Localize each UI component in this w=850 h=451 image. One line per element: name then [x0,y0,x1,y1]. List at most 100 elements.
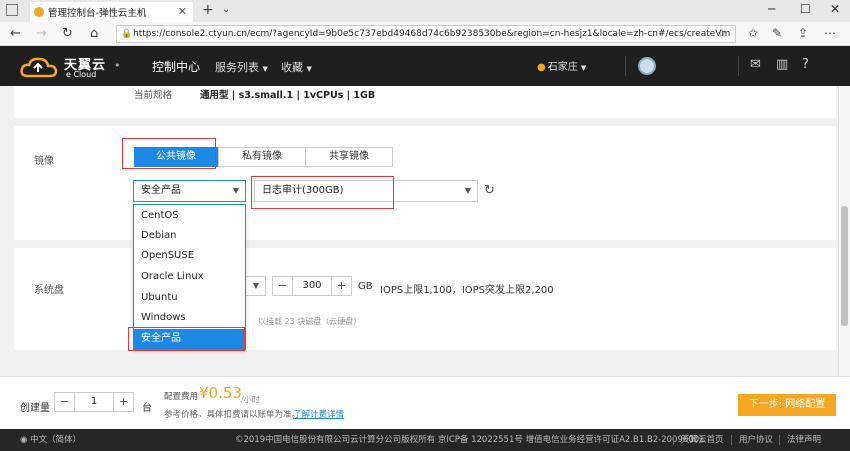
share-icon[interactable]: ⇪ [798,26,808,40]
price-unit: /小时 [241,395,260,404]
language-label: 中文（简体） [30,435,82,445]
mail-icon[interactable]: ✉ [750,57,761,72]
price-value: ¥0.53 [199,384,242,402]
footer-link-legal[interactable]: 法律声明 [787,429,821,451]
favorites-icon[interactable]: ✩ [748,26,758,40]
pricing-details-link[interactable]: 了解计费详情 [293,408,344,420]
plus-icon[interactable]: + [113,393,133,411]
caret-down-icon: ▼ [580,64,587,72]
cloud-logo-icon [20,57,58,78]
disk-unit: GB [358,281,373,292]
highlight-box [122,138,216,169]
quantity-label: 创建量 [20,403,50,414]
image-label: 镜像 [34,156,54,167]
region-selector[interactable]: ● 石家庄 ▼ [537,58,586,73]
list-item-os[interactable]: Debian [134,226,245,246]
disk-size-stepper[interactable]: − 300 + [272,276,352,296]
tab-shared-image[interactable]: 共享镜像 [305,147,393,167]
price-note: 参考价格，具体扣费请以账单为准。 [164,410,301,420]
tab-private-image[interactable]: 私有镜像 [218,147,306,167]
browser-tab[interactable]: 管理控制台-弹性云主机 ✕ [30,2,193,22]
close-icon[interactable]: ✕ [178,5,187,18]
scrollbar[interactable] [838,86,850,376]
refresh-icon[interactable]: ↻ [484,183,495,198]
maximize-icon[interactable]: ☐ [800,2,811,16]
close-window-icon[interactable]: ✕ [830,2,840,16]
tab-actions-icon[interactable] [6,4,18,16]
nav-services-label: 服务列表 [215,61,259,74]
app-header: 天翼云 e Cloud • 控制中心 服务列表 ▼ 收藏 ▼ ● 石家庄 ▼ ✉ … [0,46,850,86]
os-select[interactable]: 安全产品 ▼ [133,180,246,202]
os-select-value: 安全产品 [141,185,181,196]
footer-divider [673,435,674,445]
list-item-os[interactable]: OpenSUSE [134,246,245,266]
favicon-icon [34,7,44,17]
dot-icon: • [114,59,121,72]
new-tab-icon[interactable]: + [202,2,214,18]
minus-icon[interactable]: − [55,393,75,411]
order-bar: 创建量 − 1 + 台 配置费用 ¥0.53 /小时 参考价格，具体扣费请以账单… [0,376,850,429]
home-icon[interactable]: ⌂ [90,26,98,41]
quantity-value[interactable]: 1 [75,393,113,411]
spec-value: 通用型 | s3.small.1 | 1vCPUs | 1GB [200,90,376,101]
footer-divider [731,435,732,445]
list-item-os[interactable]: Oracle Linux [134,267,245,287]
header-divider [625,56,626,76]
spec-label: 当前规格 [134,90,173,101]
back-icon[interactable]: ← [10,26,21,41]
quantity-unit: 台 [142,403,152,414]
url-input[interactable]: 🔒 https://console2.ctyun.cn/ecm/?agencyI… [116,25,736,43]
highlight-box [128,327,245,351]
scrollbar-thumb[interactable] [841,206,848,326]
nav-favorites[interactable]: 收藏 ▼ [281,59,312,75]
footer-link-home[interactable]: 天翼云首页 [681,429,724,451]
forward-icon[interactable]: → [36,26,47,41]
list-item-os[interactable]: CentOS [134,206,245,226]
url-text: https://console2.ctyun.cn/ecm/?agencyId=… [133,29,731,39]
list-item-os[interactable]: Ubuntu [134,288,245,308]
page-footer: ◉ 中文（简体） ©2019中国电信股份有限公司云计算分公司版权所有 京ICP备… [0,429,850,451]
address-bar: ← → ↻ ⌂ 🔒 https://console2.ctyun.cn/ecm/… [0,22,850,46]
globe-icon: ◉ [20,435,28,445]
chevron-down-icon[interactable]: ⌄ [222,4,230,15]
avatar[interactable] [638,57,656,75]
highlight-box [251,176,394,209]
disk-hint: 以挂载 23 块磁盘（云硬盘） [258,317,362,326]
next-network-button[interactable]: 下一步: 网络配置 [738,394,836,416]
bar-chart-icon[interactable]: ▥ [776,57,788,72]
region-label: 石家庄 [547,62,578,73]
pen-icon[interactable]: ✎ [772,26,782,40]
quantity-stepper[interactable]: − 1 + [54,392,134,412]
lock-icon: 🔒 [121,29,133,39]
minimize-icon[interactable]: ─ [768,2,775,16]
nav-favorites-label: 收藏 [281,61,303,74]
nav-console[interactable]: 控制中心 [152,58,200,75]
location-pin-icon: ● [537,62,546,73]
caret-down-icon: ▼ [464,186,471,195]
browser-tab-bar: 管理控制台-弹性云主机 ✕ + ⌄ ─ ☐ ✕ [0,0,850,22]
price-label: 配置费用 [164,392,199,402]
refresh-icon[interactable]: ↻ [62,26,73,41]
plus-icon[interactable]: + [331,277,351,295]
list-item-os[interactable]: Windows [134,308,245,328]
caret-down-icon: ▼ [262,65,268,73]
footer-link-agreement[interactable]: 用户协议 [739,429,773,451]
minus-icon[interactable]: − [273,277,293,295]
spec-card: 当前规格 通用型 | s3.small.1 | 1vCPUs | 1GB [14,86,836,118]
help-icon[interactable]: ? [802,57,809,72]
language-selector[interactable]: ◉ 中文（简体） [20,429,81,451]
header-divider [738,56,739,76]
star-icon[interactable]: ☆ [717,26,727,42]
disk-label: 系统盘 [34,285,64,296]
caret-down-icon: ▼ [252,281,259,290]
caret-down-icon: ▼ [306,65,312,73]
nav-services[interactable]: 服务列表 ▼ [215,59,268,75]
more-icon[interactable]: ⋯ [824,26,836,40]
tab-title: 管理控制台-弹性云主机 [48,8,147,19]
disk-size-value[interactable]: 300 [293,277,331,295]
logo-subtext: e Cloud [66,70,97,79]
iops-text: IOPS上限1,100，IOPS突发上限2,200 [380,285,554,296]
caret-down-icon: ▼ [232,186,239,195]
copyright-text: ©2019中国电信股份有限公司云计算分公司版权所有 京ICP备 12022551… [235,435,705,445]
footer-divider [779,435,780,445]
